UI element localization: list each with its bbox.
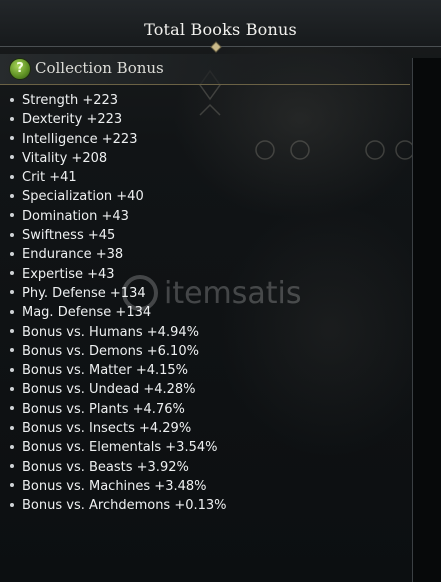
stat-label: Bonus vs. Humans +4.94% [22, 324, 199, 340]
list-item: Bonus vs. Undead +4.28% [10, 380, 227, 399]
window-title: Total Books Bonus [144, 20, 297, 39]
list-item: Bonus vs. Archdemons +0.13% [10, 496, 227, 515]
question-mark-icon[interactable]: ? [9, 58, 31, 80]
stat-label: Bonus vs. Plants +4.76% [22, 401, 185, 417]
bullet-icon [10, 425, 14, 430]
stat-label: Strength +223 [22, 93, 119, 108]
list-item: Specialization +40 [10, 187, 227, 206]
bullet-icon [10, 483, 14, 488]
list-item: Endurance +38 [10, 245, 227, 264]
stat-label: Bonus vs. Insects +4.29% [22, 421, 192, 437]
bullet-icon [10, 329, 14, 334]
bullet-icon [10, 348, 14, 353]
stat-label: Bonus vs. Matter +4.15% [22, 363, 189, 379]
bullet-icon [10, 136, 14, 141]
bullet-icon [10, 232, 14, 237]
list-item: Vitality +208 [10, 149, 227, 168]
list-item: Bonus vs. Plants +4.76% [10, 400, 227, 419]
watermark-text: itemsatis [164, 276, 302, 311]
list-item: Swiftness +45 [10, 226, 227, 245]
stat-label: Dexterity +223 [22, 112, 123, 128]
list-item: Bonus vs. Matter +4.15% [10, 361, 227, 380]
list-item: Bonus vs. Insects +4.29% [10, 419, 227, 438]
list-item: Crit +41 [10, 168, 227, 187]
stat-label: Specialization +40 [22, 189, 144, 205]
stat-label: Crit +41 [22, 170, 77, 186]
list-item: Bonus vs. Machines +3.48% [10, 477, 227, 496]
bullet-icon [10, 367, 14, 372]
bullet-icon [10, 251, 14, 256]
bullet-icon [10, 155, 14, 160]
bullet-icon [10, 386, 14, 391]
list-item: Strength +223 [10, 91, 227, 110]
list-item: Bonus vs. Beasts +3.92% [10, 458, 227, 477]
bullet-icon [10, 213, 14, 218]
bullet-icon [10, 406, 14, 411]
list-item: Dexterity +223 [10, 110, 227, 129]
list-item: Domination +43 [10, 207, 227, 226]
bullet-icon [10, 271, 14, 276]
watermark-logo: itemsatis [122, 275, 302, 311]
stat-label: Bonus vs. Archdemons +0.13% [22, 498, 227, 514]
bullet-icon [10, 290, 14, 295]
list-item: Bonus vs. Elementals +3.54% [10, 438, 227, 457]
bullet-icon [10, 97, 14, 102]
stat-label: Swiftness +45 [22, 228, 116, 244]
list-item: Bonus vs. Demons +6.10% [10, 342, 227, 361]
stat-label: Bonus vs. Demons +6.10% [22, 343, 199, 359]
stat-label: Vitality +208 [22, 150, 108, 166]
bullet-icon [10, 309, 14, 314]
bullet-icon [10, 116, 14, 121]
list-item: Intelligence +223 [10, 130, 227, 149]
side-panel-edge [412, 58, 441, 582]
bullet-icon [10, 193, 14, 198]
title-ornament-icon [210, 41, 222, 53]
stat-label: Bonus vs. Beasts +3.92% [22, 459, 189, 475]
stat-label: Intelligence +223 [22, 131, 138, 147]
stat-label: Bonus vs. Elementals +3.54% [22, 440, 218, 456]
bullet-icon [10, 502, 14, 507]
bullet-icon [10, 444, 14, 449]
list-item: Bonus vs. Humans +4.94% [10, 323, 227, 342]
bullet-icon [10, 464, 14, 469]
section-title: Collection Bonus [35, 59, 164, 77]
bullet-icon [10, 174, 14, 179]
stat-label: Domination +43 [22, 208, 129, 224]
stat-label: Bonus vs. Undead +4.28% [22, 382, 196, 398]
stat-label: Bonus vs. Machines +3.48% [22, 478, 207, 494]
stat-label: Endurance +38 [22, 247, 124, 263]
stat-label: Expertise +43 [22, 266, 115, 282]
